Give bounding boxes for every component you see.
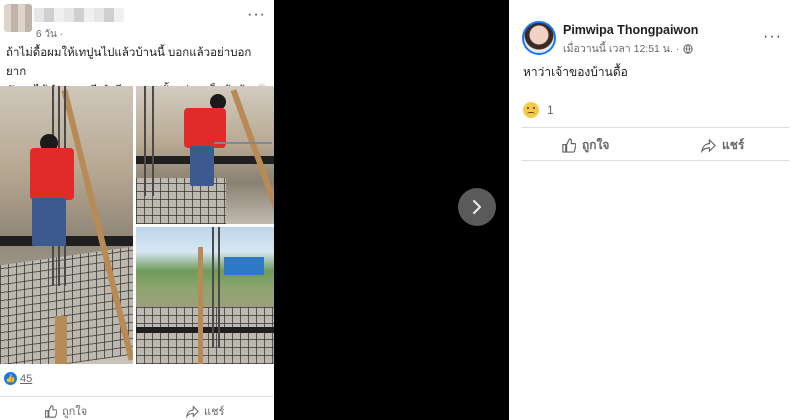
globe-icon [683,43,694,54]
thumbs-up-icon [45,404,57,418]
like-label: ถูกใจ [582,138,610,152]
author-name[interactable]: Pimwipa Thongpaiwon [563,23,698,37]
like-label: ถูกใจ [62,406,88,418]
chevron-right-icon [472,199,482,215]
more-options-icon: ··· [247,6,266,23]
blurred-avatar [4,4,32,32]
blurred-name [34,8,124,22]
post-time: 6 วัน · [36,29,63,40]
construction-photo [136,86,274,224]
reaction-count[interactable]: 1 [547,103,554,117]
post-text-line: ถ้าไม่ดื้อผมให้เทปูนไปแล้วบ้านนี้ บอกแล้… [6,47,252,78]
embedded-post: 6 วัน · ··· ถ้าไม่ดื้อผมให้เทปูนไปแล้วบ้… [0,0,274,420]
construction-photo [0,86,133,364]
share-button[interactable]: แชร์ [701,136,744,155]
like-reaction-icon: 👍 [4,372,17,385]
sad-reaction-icon [523,102,539,118]
reaction-summary[interactable]: 👍 45 [4,372,32,385]
photo-grid [0,86,274,364]
share-label: แชร์ [722,138,745,152]
post-caption: หาว่าเจ้าของบ้านดื้อ [523,65,628,79]
divider [521,160,789,161]
share-label: แชร์ [204,406,225,418]
post-actions: ถูกใจ แชร์ [0,396,274,420]
reaction-count[interactable]: 45 [20,373,32,385]
post-meta: เมื่อวานนี้ เวลา 12:51 น. · [563,40,694,57]
construction-photo [136,227,274,364]
embedded-post-header: 6 วัน · ··· [0,0,274,40]
share-button[interactable]: แชร์ [186,402,224,420]
post-info-panel: Pimwipa Thongpaiwon เมื่อวานนี้ เวลา 12:… [509,0,800,420]
more-options-icon[interactable]: ··· [763,28,782,46]
photo-viewer: 6 วัน · ··· ถ้าไม่ดื้อผมให้เทปูนไปแล้วบ้… [0,0,800,420]
share-icon [186,404,199,418]
share-icon [701,138,716,153]
next-photo-button[interactable] [458,188,496,226]
avatar[interactable] [522,21,556,55]
like-button[interactable]: ถูกใจ [44,402,87,420]
post-timestamp[interactable]: เมื่อวานนี้ เวลา 12:51 น. · [563,40,679,57]
like-button[interactable]: ถูกใจ [561,136,609,155]
thumbs-up-icon [562,138,576,153]
post-actions: ถูกใจ แชร์ [521,128,789,160]
reaction-summary[interactable]: 1 [523,102,554,118]
